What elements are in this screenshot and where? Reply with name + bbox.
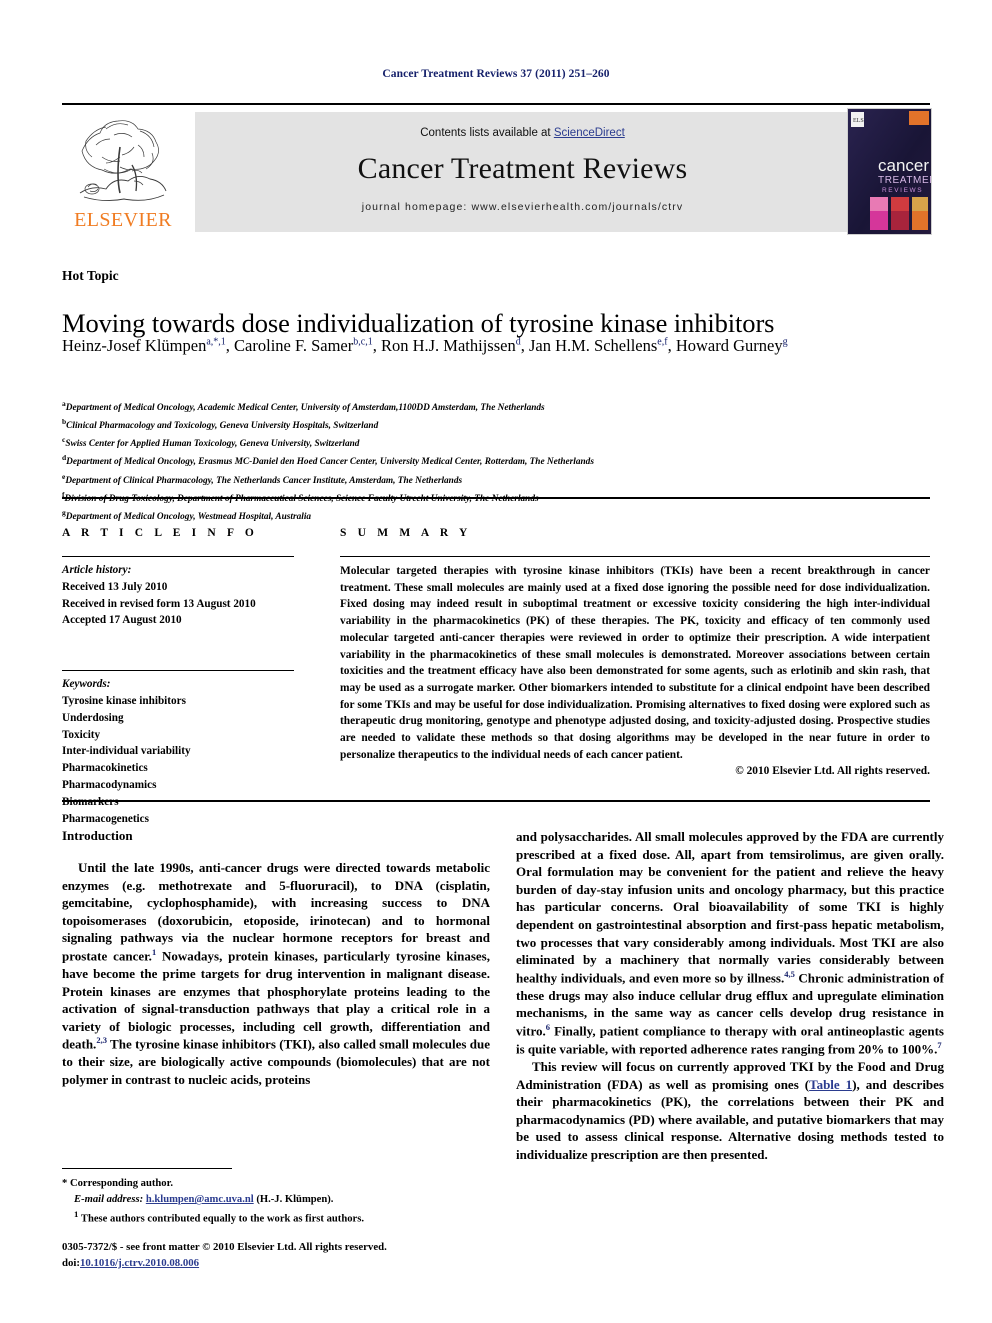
table-1-link[interactable]: Table 1 — [809, 1077, 852, 1092]
author-entry: Howard Gurneyg — [676, 336, 788, 355]
author-separator: , — [372, 336, 381, 355]
article-section-label: Hot Topic — [62, 268, 119, 283]
article-history-block: Article history: Received 13 July 2010 R… — [62, 557, 324, 629]
doi-link[interactable]: 10.1016/j.ctrv.2010.08.006 — [80, 1257, 199, 1269]
body-column-right: and polysaccharides. All small molecules… — [516, 828, 944, 1164]
svg-text:cancer: cancer — [878, 156, 929, 175]
author-affil-marks: e,f — [657, 336, 668, 348]
journal-article-page: Cancer Treatment Reviews 37 (2011) 251–2… — [0, 0, 992, 1323]
email-note: E-mail address: h.klumpen@amc.uva.nl (H.… — [62, 1192, 492, 1208]
corresponding-author-note: * Corresponding author. — [62, 1178, 173, 1189]
author-separator: , — [667, 336, 676, 355]
email-label: E-mail address: — [74, 1194, 144, 1206]
affiliation-text: Swiss Center for Applied Human Toxicolog… — [65, 439, 360, 450]
doi-label: doi: — [62, 1256, 80, 1269]
author-affil-marks: g — [782, 336, 788, 348]
affiliation-item: bClinical Pharmacology and Toxicology, G… — [62, 416, 930, 434]
svg-text:ELS: ELS — [853, 118, 864, 124]
author-name: Caroline F. Samer — [234, 336, 354, 355]
doi-line: doi:10.1016/j.ctrv.2010.08.006 — [62, 1256, 492, 1272]
affiliation-text: Department of Medical Oncology, Westmead… — [65, 511, 312, 522]
affiliation-item: aDepartment of Medical Oncology, Academi… — [62, 398, 930, 416]
author-entry: Heinz-Josef Klümpena,*,1, — [62, 336, 234, 355]
abstract-text: Molecular targeted therapies with tyrosi… — [340, 565, 930, 761]
affiliation-text: Department of Medical Oncology, Academic… — [65, 403, 545, 414]
author-separator: , — [225, 336, 235, 355]
paragraph-text: and polysaccharides. All small molecules… — [516, 829, 944, 986]
affiliation-list: aDepartment of Medical Oncology, Academi… — [62, 398, 930, 525]
keywords-label: Keywords: — [62, 678, 111, 691]
abstract-copyright: © 2010 Elsevier Ltd. All rights reserved… — [735, 765, 930, 778]
svg-text:REVIEWS: REVIEWS — [882, 187, 923, 194]
citation-ref[interactable]: 7 — [937, 1040, 941, 1050]
history-item: Accepted 17 August 2010 — [62, 614, 182, 627]
email-suffix: (H.-J. Klümpen). — [253, 1194, 334, 1206]
body-column-left: Introduction Until the late 1990s, anti-… — [62, 828, 490, 1089]
summary-column: Molecular targeted therapies with tyrosi… — [340, 556, 930, 777]
issn-line: 0305-7372/$ - see front matter © 2010 El… — [62, 1241, 387, 1253]
article-info-heading: A R T I C L E I N F O — [62, 527, 258, 539]
affiliation-text: Clinical Pharmacology and Toxicology, Ge… — [66, 421, 379, 432]
keyword-item: Pharmacodynamics — [62, 778, 157, 791]
masthead-banner: Contents lists available at ScienceDirec… — [195, 112, 850, 232]
email-link[interactable]: h.klumpen@amc.uva.nl — [146, 1194, 254, 1205]
summary-heading: S U M M A R Y — [340, 527, 472, 539]
author-name: Heinz-Josef Klümpen — [62, 336, 207, 355]
keywords-block: Keywords: Tyrosine kinase inhibitors Und… — [62, 671, 324, 827]
equal-contribution-note: 1 These authors contributed equally to t… — [62, 1208, 492, 1228]
author-entry: Ron H.J. Mathijssend, — [381, 336, 529, 355]
journal-homepage-line[interactable]: journal homepage: www.elsevierhealth.com… — [195, 201, 850, 213]
paragraph-text: Finally, patient compliance to therapy w… — [516, 1023, 944, 1057]
author-name: Howard Gurney — [675, 336, 783, 355]
affiliation-item: eDepartment of Clinical Pharmacology, Th… — [62, 471, 930, 489]
author-list: Heinz-Josef Klümpena,*,1, Caroline F. Sa… — [62, 334, 930, 357]
affiliation-text: Department of Clinical Pharmacology, The… — [65, 475, 463, 486]
divider-above-body — [62, 800, 930, 802]
journal-cover-thumbnail: ELS cancer TREATMENT REVIEWS — [847, 108, 932, 235]
body-paragraph: Until the late 1990s, anti-cancer drugs … — [62, 859, 490, 1089]
keyword-item: Inter-individual variability — [62, 745, 191, 758]
affiliation-item: dDepartment of Medical Oncology, Erasmus… — [62, 452, 930, 470]
article-info-column: Article history: Received 13 July 2010 R… — [62, 556, 324, 827]
contents-available-line: Contents lists available at ScienceDirec… — [195, 127, 850, 139]
svg-text:TREATMENT: TREATMENT — [878, 175, 931, 186]
running-head: Cancer Treatment Reviews 37 (2011) 251–2… — [382, 68, 610, 80]
body-paragraph: This review will focus on currently appr… — [516, 1058, 944, 1164]
author-separator: , — [520, 336, 529, 355]
sciencedirect-link[interactable]: ScienceDirect — [554, 127, 625, 139]
body-paragraph: and polysaccharides. All small molecules… — [516, 828, 944, 1058]
history-item: Received in revised form 13 August 2010 — [62, 597, 256, 610]
footnote-text: These authors contributed equally to the… — [80, 1213, 364, 1225]
footnote-block: * Corresponding author. E-mail address: … — [62, 1176, 492, 1228]
citation-ref[interactable]: 2,3 — [96, 1035, 107, 1045]
introduction-heading: Introduction — [62, 828, 133, 843]
footnote-divider — [62, 1168, 232, 1169]
affiliation-text: Department of Medical Oncology, Erasmus … — [66, 457, 594, 468]
keyword-item: Pharmacokinetics — [62, 762, 148, 775]
paragraph-text: The tyrosine kinase inhibitors (TKI), al… — [62, 1036, 490, 1087]
history-item: Received 13 July 2010 — [62, 580, 168, 593]
elsevier-wordmark: ELSEVIER — [74, 209, 172, 231]
author-name: Ron H.J. Mathijssen — [380, 336, 516, 355]
citation-ref[interactable]: 4,5 — [784, 969, 795, 979]
author-affil-marks: a,*,1 — [206, 336, 226, 348]
journal-masthead: ELSEVIER Contents lists available at Sci… — [62, 103, 932, 238]
author-name: Jan H.M. Schellens — [528, 336, 658, 355]
article-history-label: Article history: — [62, 564, 132, 576]
divider-above-abstract — [62, 497, 930, 499]
author-entry: Jan H.M. Schellense,f, — [529, 336, 676, 355]
contents-prefix: Contents lists available at — [420, 127, 554, 139]
keyword-item: Pharmacogenetics — [62, 812, 149, 825]
affiliation-item: gDepartment of Medical Oncology, Westmea… — [62, 507, 930, 525]
footnote-mark: 1 — [74, 1209, 79, 1220]
keyword-item: Toxicity — [62, 728, 101, 741]
author-affil-marks: b,c,1 — [353, 336, 373, 348]
keyword-item: Underdosing — [62, 711, 124, 724]
keyword-item: Biomarkers — [62, 795, 119, 808]
keyword-item: Tyrosine kinase inhibitors — [62, 694, 186, 707]
imprint-block: 0305-7372/$ - see front matter © 2010 El… — [62, 1240, 492, 1271]
author-entry: Caroline F. Samerb,c,1, — [234, 336, 381, 355]
journal-title: Cancer Treatment Reviews — [357, 152, 688, 185]
affiliation-item: cSwiss Center for Applied Human Toxicolo… — [62, 434, 930, 452]
